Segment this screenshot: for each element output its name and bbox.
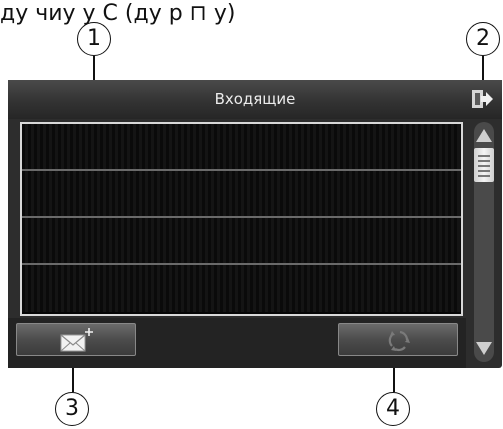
envelope-plus-icon (60, 328, 93, 352)
callout-2: 2 (466, 22, 500, 56)
scroll-up-icon[interactable] (474, 124, 494, 146)
message-list[interactable] (20, 122, 463, 316)
document-header-text: ду чиу у С (ду р ⊓ у) (0, 1, 236, 26)
scrollbar[interactable] (470, 122, 498, 362)
message-row[interactable] (22, 218, 461, 265)
recycle-icon (388, 330, 410, 352)
scrollbar-thumb[interactable] (474, 148, 494, 182)
delete-button[interactable] (338, 323, 458, 356)
device-screen: Входящие (8, 80, 502, 368)
callout-4-leader (393, 366, 395, 392)
message-row[interactable] (22, 265, 461, 312)
message-row[interactable] (22, 171, 461, 218)
new-message-button[interactable] (16, 323, 136, 356)
callout-3-leader (72, 366, 74, 392)
callout-3: 3 (55, 392, 89, 426)
title-bar: Входящие (8, 80, 502, 119)
bottom-toolbar (8, 318, 466, 368)
screen-title: Входящие (214, 90, 296, 108)
exit-icon (472, 90, 493, 108)
callout-1: 1 (77, 22, 111, 56)
exit-button[interactable] (470, 87, 494, 111)
scroll-down-icon[interactable] (474, 338, 494, 360)
message-row[interactable] (22, 124, 461, 171)
callout-4: 4 (376, 392, 410, 426)
